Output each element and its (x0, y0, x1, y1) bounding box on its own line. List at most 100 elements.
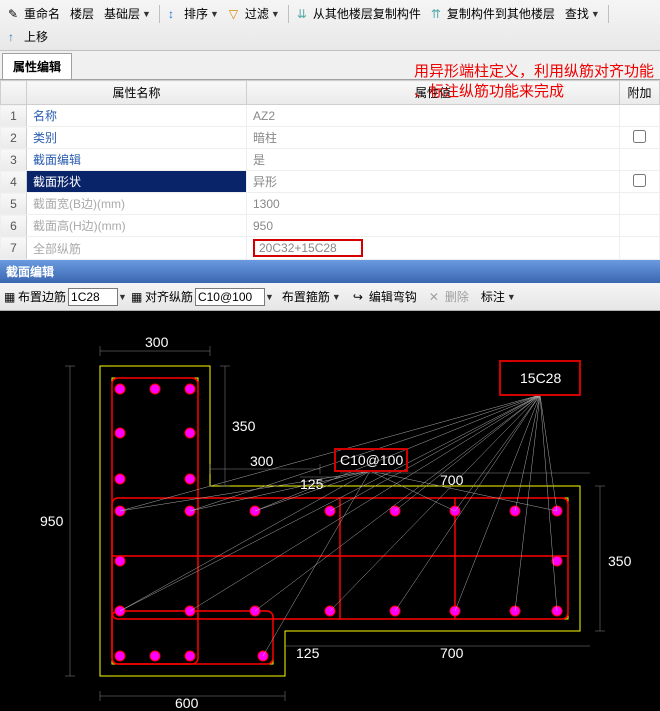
dim-left-950: 950 (40, 513, 64, 529)
hook-icon: ↪ (353, 290, 367, 304)
rebar-dot[interactable] (150, 651, 160, 661)
col-value: 属性值 (247, 81, 620, 105)
layout-edge-label: 布置边筋 (18, 288, 66, 305)
dim-700a: 700 (440, 472, 464, 488)
prop-extra[interactable] (620, 127, 660, 149)
rename-button[interactable]: ✎重命名 (4, 3, 64, 24)
dim-mid-300: 300 (250, 453, 274, 469)
base-layer-select[interactable]: 基础层 ▼ (100, 3, 155, 24)
arrow-up-icon: ↑ (8, 30, 22, 44)
property-row[interactable]: 3截面编辑是 (1, 149, 660, 171)
prop-extra[interactable] (620, 215, 660, 237)
filter-button[interactable]: ▽过滤▼ (225, 3, 284, 24)
property-row[interactable]: 7全部纵筋20C32+15C28 (1, 237, 660, 260)
prop-extra[interactable] (620, 171, 660, 193)
row-number: 6 (1, 215, 27, 237)
rebar-dot[interactable] (115, 556, 125, 566)
prop-value[interactable]: AZ2 (247, 105, 620, 127)
prop-name: 截面编辑 (27, 149, 247, 171)
move-up-button[interactable]: ↑上移 (4, 26, 52, 47)
row-number: 4 (1, 171, 27, 193)
prop-extra[interactable] (620, 105, 660, 127)
dim-b125: 125 (296, 645, 320, 661)
prop-value[interactable]: 异形 (247, 171, 620, 193)
align-combo[interactable]: ▦ 对齐纵筋 ▼ (131, 288, 274, 306)
copy-from-button[interactable]: ⇊从其他楼层复制构件 (293, 3, 425, 24)
property-row[interactable]: 2类别暗柱 (1, 127, 660, 149)
chevron-down-icon: ▼ (142, 9, 151, 19)
sort-button[interactable]: ↕排序▼ (164, 3, 223, 24)
rename-icon: ✎ (8, 7, 22, 21)
grid-icon: ▦ (131, 290, 145, 304)
delete-button[interactable]: ✕删除 (425, 286, 473, 307)
dim-b700: 700 (440, 645, 464, 661)
section-editor-title: 截面编辑 (0, 260, 660, 283)
prop-value[interactable]: 暗柱 (247, 127, 620, 149)
prop-value[interactable]: 1300 (247, 193, 620, 215)
property-row[interactable]: 6截面高(H边)(mm)950 (1, 215, 660, 237)
sort-icon: ↕ (168, 7, 182, 21)
prop-value[interactable]: 950 (247, 215, 620, 237)
prop-extra[interactable] (620, 193, 660, 215)
layout-edge-combo[interactable]: ▦ 布置边筋 ▼ (4, 288, 127, 306)
property-row[interactable]: 5截面宽(B边)(mm)1300 (1, 193, 660, 215)
rebar-dot[interactable] (115, 428, 125, 438)
edit-hook-button[interactable]: ↪编辑弯钩 (349, 286, 421, 307)
prop-value[interactable]: 是 (247, 149, 620, 171)
prop-name: 名称 (27, 105, 247, 127)
rebar-dot[interactable] (185, 474, 195, 484)
rebar-dot[interactable] (185, 384, 195, 394)
row-number: 3 (1, 149, 27, 171)
rebar-dot[interactable] (185, 428, 195, 438)
cad-viewport[interactable]: 300 350 300 125 700 950 350 125 700 600 … (0, 311, 660, 711)
col-extra: 附加 (620, 81, 660, 105)
prop-name: 截面宽(B边)(mm) (27, 193, 247, 215)
dim-bot-600: 600 (175, 695, 199, 711)
prop-name: 截面高(H边)(mm) (27, 215, 247, 237)
prop-name: 截面形状 (27, 171, 247, 193)
property-row[interactable]: 4截面形状异形 (1, 171, 660, 193)
edge-value-input[interactable] (68, 288, 118, 306)
dim-right-350: 350 (608, 553, 632, 569)
label-15c28: 15C28 (520, 370, 561, 386)
label-c10: C10@100 (340, 452, 403, 468)
find-button[interactable]: 查找▼ (561, 3, 604, 24)
delete-icon: ✕ (429, 290, 443, 304)
property-table: 属性名称 属性值 附加 1名称AZ22类别暗柱3截面编辑是4截面形状异形5截面宽… (0, 80, 660, 260)
dim-top-300: 300 (145, 334, 169, 350)
col-name: 属性名称 (27, 81, 247, 105)
annotate-button[interactable]: 标注▼ (477, 286, 520, 307)
grid-icon: ▦ (4, 290, 18, 304)
layout-stirrup-button[interactable]: 布置箍筋▼ (278, 286, 345, 307)
row-number: 2 (1, 127, 27, 149)
rebar-dot[interactable] (185, 651, 195, 661)
row-number: 7 (1, 237, 27, 260)
extra-checkbox[interactable] (633, 174, 646, 187)
floor-label: 楼层 (66, 3, 98, 24)
rebar-dot[interactable] (115, 384, 125, 394)
col-rownum (1, 81, 27, 105)
copy-to-button[interactable]: ⇈复制构件到其他楼层 (427, 3, 559, 24)
dim-125a: 125 (300, 476, 324, 492)
copy-to-icon: ⇈ (431, 7, 445, 21)
rebar-dot[interactable] (115, 651, 125, 661)
extra-checkbox[interactable] (633, 130, 646, 143)
row-number: 5 (1, 193, 27, 215)
main-toolbar: ✎重命名 楼层 基础层 ▼ ↕排序▼ ▽过滤▼ ⇊从其他楼层复制构件 ⇈复制构件… (0, 0, 660, 51)
prop-extra[interactable] (620, 237, 660, 260)
property-row[interactable]: 1名称AZ2 (1, 105, 660, 127)
dim-mid-350: 350 (232, 418, 256, 434)
rebar-dot[interactable] (150, 384, 160, 394)
prop-extra[interactable] (620, 149, 660, 171)
prop-value[interactable]: 20C32+15C28 (247, 237, 620, 260)
row-number: 1 (1, 105, 27, 127)
editor-toolbar: ▦ 布置边筋 ▼ ▦ 对齐纵筋 ▼ 布置箍筋▼ ↪编辑弯钩 ✕删除 标注▼ (0, 283, 660, 311)
prop-name: 类别 (27, 127, 247, 149)
align-label: 对齐纵筋 (145, 288, 193, 305)
align-value-input[interactable] (195, 288, 265, 306)
filter-icon: ▽ (229, 7, 243, 21)
prop-name: 全部纵筋 (27, 237, 247, 260)
tab-property-edit[interactable]: 属性编辑 (2, 53, 72, 79)
rebar-dot[interactable] (115, 474, 125, 484)
tab-bar: 属性编辑 (0, 51, 660, 80)
